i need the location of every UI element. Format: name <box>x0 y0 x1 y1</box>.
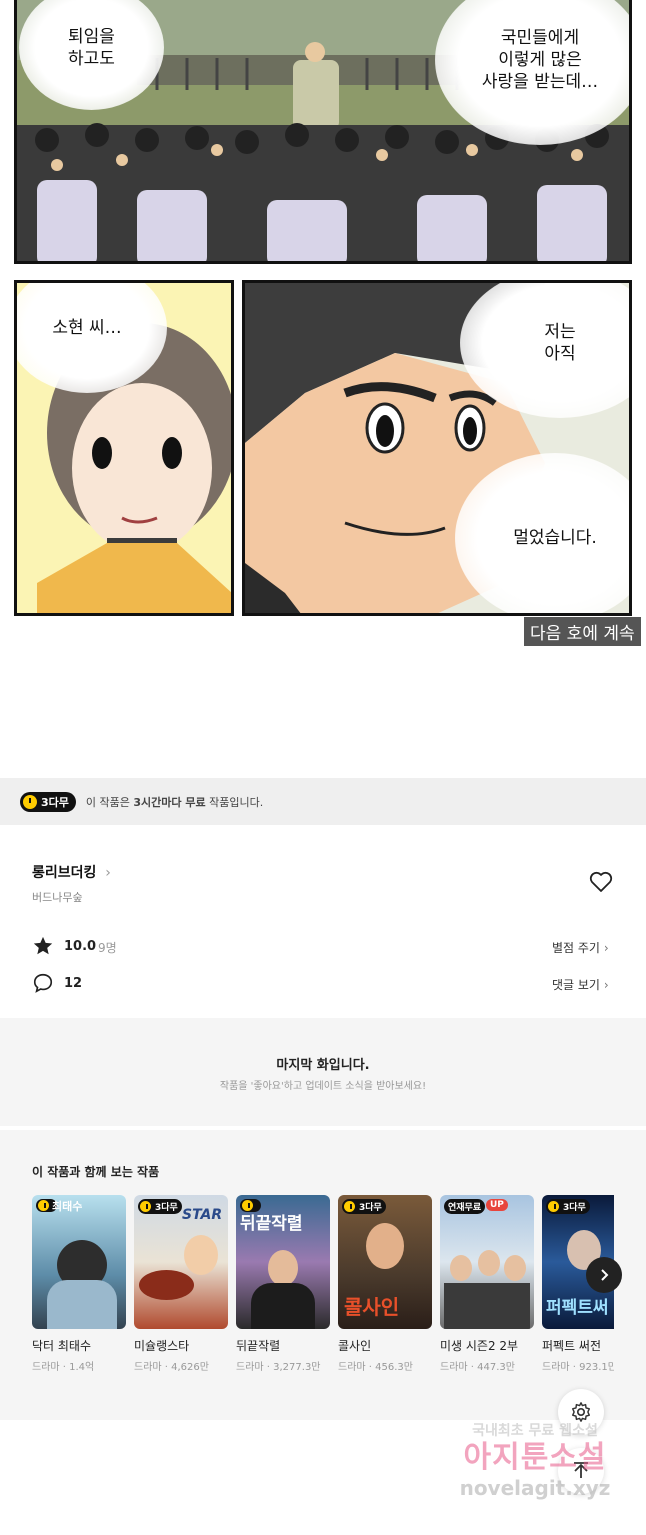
clock-icon <box>140 1201 151 1212</box>
free-badge: 3다무 <box>20 792 76 812</box>
free-notice-bar: 3다무 이 작품은 3시간마다 무료 작품입니다. <box>0 778 646 825</box>
view-comments-button[interactable]: 댓글 보기 › <box>552 976 609 993</box>
cover-image: 연재무료 UP <box>440 1195 534 1329</box>
clock-icon <box>344 1201 355 1212</box>
notice-bold: 3시간마다 무료 <box>133 796 206 809</box>
free-badge: 3다무 <box>546 1199 590 1214</box>
card-meta: 드라마 · 1.4억 <box>32 1362 95 1373</box>
card-meta: 드라마 · 4,626만 <box>134 1362 209 1373</box>
comment-icon <box>32 972 54 998</box>
notice-text-end: 작품입니다. <box>205 796 264 809</box>
work-author: 버드나무숲 <box>32 891 83 904</box>
rating-value: 10.0 <box>64 939 97 954</box>
cover-image: 3다무 콜사인 <box>338 1195 432 1329</box>
star-icon <box>32 935 54 961</box>
carousel-next-button[interactable] <box>586 1257 622 1293</box>
chevron-right-icon: › <box>105 865 111 881</box>
watermark-line2: 아지툰소설 <box>463 1440 607 1475</box>
comic-panel-crowd: 퇴임을 하고도 국민들에게 이렇게 많은 사랑을 받는데… <box>14 0 632 264</box>
rating-count: 9명 <box>98 941 117 955</box>
comic-panel-man: 저는 아직 멀었습니다. <box>242 280 632 616</box>
watermark-line3: novelagit.xyz <box>459 1476 611 1500</box>
serial-free-badge: 연재무료 <box>444 1199 486 1214</box>
last-episode-title: 마지막 화입니다. <box>276 1058 370 1073</box>
recommend-card[interactable]: 3다무 콜사인 콜사인 드라마 · 456.3만 <box>338 1195 432 1373</box>
last-episode-subtitle: 작품을 '좋아요'하고 업데이트 소식을 받아보세요! <box>219 1081 427 1092</box>
cover-image: 최태수 <box>32 1195 126 1329</box>
like-heart-icon[interactable] <box>589 871 613 897</box>
rate-button[interactable]: 별점 주기 › <box>552 939 609 956</box>
cover-image: 뒤끝작렬 <box>236 1195 330 1329</box>
clock-icon <box>23 795 37 809</box>
clock-icon <box>548 1201 559 1212</box>
card-meta: 드라마 · 456.3만 <box>338 1362 413 1373</box>
to-be-continued-caption: 다음 호에 계속 <box>524 617 641 646</box>
watermark: 국내최초 무료 웹소설 아지툰소설 novelagit.xyz <box>440 1420 630 1500</box>
cover-title: 콜사인 <box>344 1295 400 1319</box>
recommend-card[interactable]: 3다무 STAR 미슐랭스타 드라마 · 4,626만 <box>134 1195 228 1373</box>
work-title: 롱리브더킹 <box>32 865 97 881</box>
notice-text: 이 작품은 <box>85 796 134 809</box>
card-title: 닥터 최태수 <box>32 1339 92 1353</box>
chevron-right-icon <box>601 1269 609 1281</box>
chevron-right-icon: › <box>603 941 609 955</box>
chevron-right-icon: › <box>603 978 609 992</box>
up-badge: UP <box>486 1199 508 1211</box>
cover-title: 뒤끝작렬 <box>240 1214 303 1234</box>
watermark-line1: 국내최초 무료 웹소설 <box>472 1423 598 1439</box>
comment-count: 12 <box>64 976 83 991</box>
card-title: 콜사인 <box>338 1339 372 1353</box>
free-badge: 3다무 <box>342 1199 386 1214</box>
comic-panel-woman: 소현 씨… <box>14 280 234 616</box>
card-title: 퍼펙트 써전 <box>542 1339 602 1353</box>
cover-image: 3다무 STAR <box>134 1195 228 1329</box>
cover-title: 최태수 <box>52 1200 83 1213</box>
recommend-card[interactable]: 최태수 닥터 최태수 드라마 · 1.4억 <box>32 1195 126 1373</box>
work-title-link[interactable]: 롱리브더킹 › <box>32 862 111 882</box>
card-title: 미생 시즌2 2부 <box>440 1339 519 1353</box>
recommend-card[interactable]: 연재무료 UP 미생 시즌2 2부 드라마 · 447.3만 <box>440 1195 534 1373</box>
cover-title: 퍼펙트써 <box>546 1298 609 1318</box>
cover-title: STAR <box>182 1207 223 1223</box>
last-episode-section: 마지막 화입니다. 작품을 '좋아요'하고 업데이트 소식을 받아보세요! <box>0 1018 646 1126</box>
free-badge: 3다무 <box>138 1199 182 1214</box>
card-meta: 드라마 · 923.1만 <box>542 1362 614 1373</box>
card-meta: 드라마 · 3,277.3만 <box>236 1362 321 1373</box>
card-title: 뒤끝작렬 <box>236 1339 281 1353</box>
clock-icon <box>38 1200 49 1211</box>
recommend-card[interactable]: 뒤끝작렬 뒤끝작렬 드라마 · 3,277.3만 <box>236 1195 330 1373</box>
card-meta: 드라마 · 447.3만 <box>440 1362 515 1373</box>
recommend-heading: 이 작품과 함께 보는 작품 <box>32 1165 160 1179</box>
card-title: 미슐랭스타 <box>134 1339 190 1353</box>
